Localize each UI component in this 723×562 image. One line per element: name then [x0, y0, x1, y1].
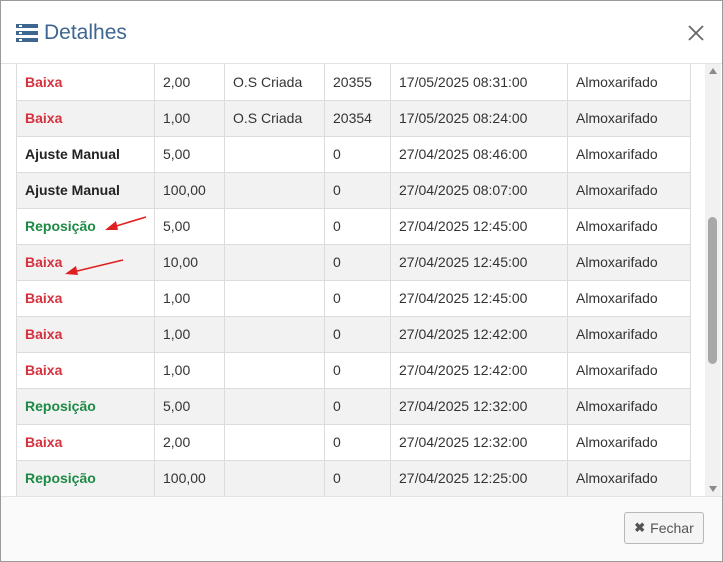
number-cell: 0 [324, 316, 391, 353]
table-row[interactable]: Baixa 1,00 O.S Criada 20354 17/05/2025 08:24… [16, 100, 691, 137]
number-cell: 0 [324, 352, 391, 389]
quantity-cell: 1,00 [154, 100, 225, 137]
table-row[interactable]: Ajuste Manual 5,00 0 27/04/2025 08:46:00 Alm… [16, 136, 691, 173]
quantity-cell: 100,00 [154, 172, 225, 209]
movement-type: Ajuste Manual [16, 136, 155, 173]
origin-cell [224, 424, 325, 461]
quantity-cell: 2,00 [154, 64, 225, 101]
quantity-cell: 5,00 [154, 136, 225, 173]
table-row[interactable]: Baixa 2,00 O.S Criada 20355 17/05/2025 08:31… [16, 64, 691, 101]
origin-cell [224, 136, 325, 173]
location-cell: Almoxarifado [567, 352, 691, 389]
origin-cell: O.S Criada [224, 100, 325, 137]
quantity-cell: 5,00 [154, 208, 225, 245]
location-cell: Almoxarifado [567, 388, 691, 425]
movement-type: Reposição [16, 208, 155, 245]
fechar-label: Fechar [650, 520, 694, 536]
location-cell: Almoxarifado [567, 172, 691, 209]
modal-footer: ✖ Fechar [1, 496, 722, 561]
location-cell: Almoxarifado [567, 64, 691, 101]
scroll-up-icon[interactable] [709, 68, 717, 74]
origin-cell [224, 208, 325, 245]
date-cell: 27/04/2025 12:42:00 [390, 352, 568, 389]
location-cell: Almoxarifado [567, 208, 691, 245]
origin-cell [224, 280, 325, 317]
number-cell: 0 [324, 208, 391, 245]
table-row[interactable]: Baixa 2,00 0 27/04/2025 12:32:00 Almoxarifad… [16, 424, 691, 461]
list-icon [16, 24, 38, 42]
quantity-cell: 1,00 [154, 352, 225, 389]
details-table: Baixa 2,00 O.S Criada 20355 17/05/2025 08:31… [16, 64, 691, 496]
date-cell: 27/04/2025 08:46:00 [390, 136, 568, 173]
table-row[interactable]: Reposição 5,00 0 27/04/2025 12:32:00 Almoxar… [16, 388, 691, 425]
number-cell: 20355 [324, 64, 391, 101]
movement-type: Baixa [16, 280, 155, 317]
date-cell: 27/04/2025 12:45:00 [390, 244, 568, 281]
movement-type: Baixa [16, 316, 155, 353]
number-cell: 20354 [324, 100, 391, 137]
origin-cell [224, 388, 325, 425]
number-cell: 0 [324, 388, 391, 425]
number-cell: 0 [324, 244, 391, 281]
modal-title: Detalhes [44, 21, 127, 44]
location-cell: Almoxarifado [567, 460, 691, 496]
movement-type: Baixa [16, 244, 155, 281]
quantity-cell: 100,00 [154, 460, 225, 496]
details-modal: Detalhes Baixa 2,00 O.S Criada 20355 17/05/2… [0, 0, 723, 562]
number-cell: 0 [324, 136, 391, 173]
quantity-cell: 10,00 [154, 244, 225, 281]
movement-type: Baixa [16, 64, 155, 101]
date-cell: 27/04/2025 12:25:00 [390, 460, 568, 496]
date-cell: 17/05/2025 08:31:00 [390, 64, 568, 101]
number-cell: 0 [324, 424, 391, 461]
vertical-scrollbar[interactable] [705, 64, 721, 496]
quantity-cell: 1,00 [154, 316, 225, 353]
origin-cell [224, 460, 325, 496]
table-row[interactable]: Baixa 1,00 0 27/04/2025 12:45:00 Almoxarifad… [16, 280, 691, 317]
fechar-button[interactable]: ✖ Fechar [624, 512, 704, 544]
date-cell: 27/04/2025 12:32:00 [390, 388, 568, 425]
movement-type: Reposição [16, 460, 155, 496]
number-cell: 0 [324, 172, 391, 209]
quantity-cell: 2,00 [154, 424, 225, 461]
movement-type: Ajuste Manual [16, 172, 155, 209]
movement-type: Baixa [16, 352, 155, 389]
table-row[interactable]: Baixa 1,00 0 27/04/2025 12:42:00 Almoxarifad… [16, 316, 691, 353]
table-row[interactable]: Reposição 100,00 0 27/04/2025 12:25:00 Almox… [16, 460, 691, 496]
scroll-down-icon[interactable] [709, 486, 717, 492]
movement-type: Baixa [16, 424, 155, 461]
number-cell: 0 [324, 280, 391, 317]
location-cell: Almoxarifado [567, 100, 691, 137]
table-row[interactable]: Reposição 5,00 0 27/04/2025 12:45:00 Almoxar… [16, 208, 691, 245]
date-cell: 27/04/2025 12:32:00 [390, 424, 568, 461]
origin-cell [224, 352, 325, 389]
origin-cell [224, 172, 325, 209]
origin-cell [224, 316, 325, 353]
close-icon[interactable] [685, 22, 707, 44]
date-cell: 27/04/2025 12:45:00 [390, 208, 568, 245]
table-row[interactable]: Baixa 1,00 0 27/04/2025 12:42:00 Almoxarifad… [16, 352, 691, 389]
table-row[interactable]: Baixa 10,00 0 27/04/2025 12:45:00 Almoxarifa… [16, 244, 691, 281]
location-cell: Almoxarifado [567, 244, 691, 281]
modal-body: Baixa 2,00 O.S Criada 20355 17/05/2025 08:31… [1, 64, 722, 496]
times-icon: ✖ [634, 520, 646, 535]
location-cell: Almoxarifado [567, 316, 691, 353]
date-cell: 17/05/2025 08:24:00 [390, 100, 568, 137]
quantity-cell: 1,00 [154, 280, 225, 317]
origin-cell [224, 244, 325, 281]
location-cell: Almoxarifado [567, 280, 691, 317]
table-row[interactable]: Ajuste Manual 100,00 0 27/04/2025 08:07:00 A… [16, 172, 691, 209]
date-cell: 27/04/2025 08:07:00 [390, 172, 568, 209]
number-cell: 0 [324, 460, 391, 496]
modal-header: Detalhes [1, 1, 722, 64]
location-cell: Almoxarifado [567, 424, 691, 461]
movement-type: Reposição [16, 388, 155, 425]
date-cell: 27/04/2025 12:45:00 [390, 280, 568, 317]
location-cell: Almoxarifado [567, 136, 691, 173]
scroll-thumb[interactable] [708, 217, 717, 364]
date-cell: 27/04/2025 12:42:00 [390, 316, 568, 353]
movement-type: Baixa [16, 100, 155, 137]
quantity-cell: 5,00 [154, 388, 225, 425]
origin-cell: O.S Criada [224, 64, 325, 101]
